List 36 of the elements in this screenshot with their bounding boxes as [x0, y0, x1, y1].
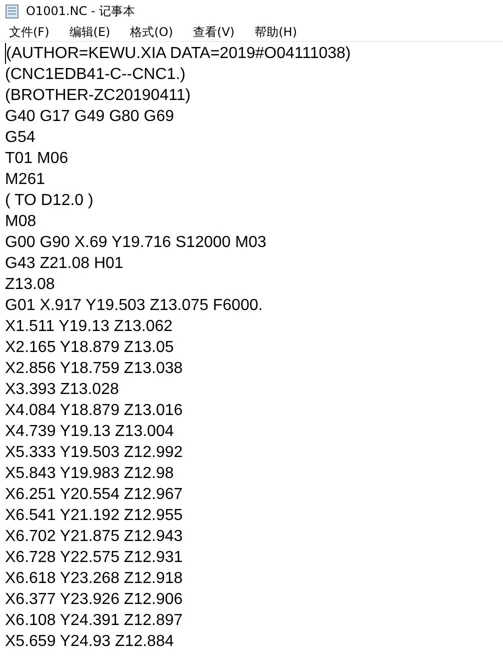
- code-line: X6.728 Y22.575 Z12.931: [5, 548, 183, 568]
- code-line: G43 Z21.08 H01: [5, 254, 124, 274]
- code-line: X5.659 Y24.93 Z12.884: [5, 632, 174, 652]
- code-line: X2.165 Y18.879 Z13.05: [5, 338, 174, 358]
- menu-item[interactable]: 格式(O): [125, 22, 178, 40]
- code-line: (AUTHOR=KEWU.XIA DATA=2019#O04111038): [5, 43, 351, 64]
- code-line: X4.084 Y18.879 Z13.016: [5, 401, 183, 421]
- code-line: G40 G17 G49 G80 G69: [5, 107, 174, 127]
- code-line: M08: [5, 212, 36, 232]
- code-line: (CNC1EDB41-C--CNC1.): [5, 65, 186, 85]
- code-line: X6.251 Y20.554 Z12.967: [5, 485, 183, 505]
- code-line: ( TO D12.0 ): [5, 191, 94, 211]
- code-line: X6.618 Y23.268 Z12.918: [5, 569, 183, 589]
- code-line: X4.739 Y19.13 Z13.004: [5, 422, 174, 442]
- code-line: X6.702 Y21.875 Z12.943: [5, 527, 183, 547]
- code-line: X1.511 Y19.13 Z13.062: [5, 317, 173, 337]
- code-line: G01 X.917 Y19.503 Z13.075 F6000.: [5, 296, 263, 316]
- code-line: G00 G90 X.69 Y19.716 S12000 M03: [5, 233, 266, 253]
- code-line: X6.108 Y24.391 Z12.897: [5, 611, 183, 631]
- code-line: T01 M06: [5, 149, 68, 169]
- code-line: Z13.08: [5, 275, 55, 295]
- menu-item[interactable]: 编辑(E): [64, 22, 116, 40]
- code-line: X6.377 Y23.926 Z12.906: [5, 590, 183, 610]
- notepad-icon: [4, 3, 20, 19]
- menu-item[interactable]: 查看(V): [188, 22, 240, 40]
- code-line: G54: [5, 128, 36, 148]
- code-line: X6.541 Y21.192 Z12.955: [5, 506, 183, 526]
- menu-item[interactable]: 帮助(H): [250, 22, 302, 40]
- code-line: X5.333 Y19.503 Z12.992: [5, 443, 183, 463]
- code-line: M261: [5, 170, 46, 190]
- code-line: X2.856 Y18.759 Z13.038: [5, 359, 183, 379]
- menu-item[interactable]: 文件(F): [4, 22, 54, 40]
- code-line: X3.393 Z13.028: [5, 380, 119, 400]
- code-line: X5.843 Y19.983 Z12.98: [5, 464, 174, 484]
- window-title: O1001.NC - 记事本: [26, 3, 136, 20]
- code-line: (BROTHER-ZC20190411): [5, 86, 191, 106]
